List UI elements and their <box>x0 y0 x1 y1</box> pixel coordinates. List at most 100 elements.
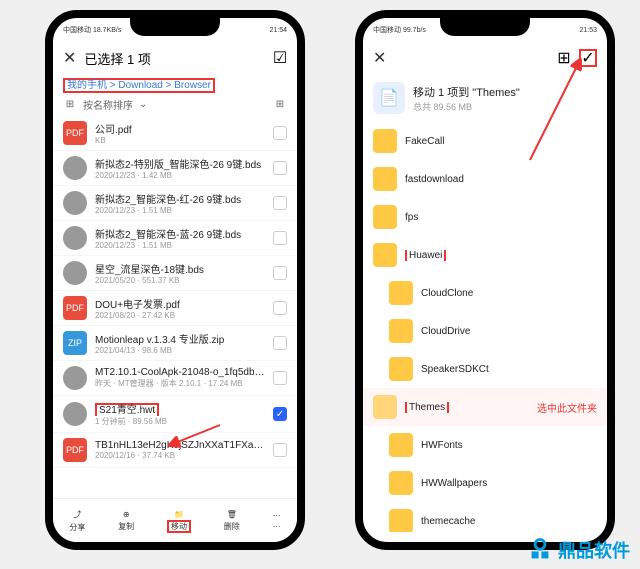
brand-text: 鼎品软件 <box>558 537 630 563</box>
file-row[interactable]: 星空_流星深色-18键.bds 2021/05/20 · 551.37 KB <box>53 256 297 291</box>
checkbox[interactable]: ✓ <box>273 407 287 421</box>
checkbox[interactable] <box>273 266 287 280</box>
folder-icon <box>373 395 397 419</box>
checkbox[interactable] <box>273 126 287 140</box>
toolbar-···[interactable]: ⋯ ··· <box>273 511 281 531</box>
file-row[interactable]: 新拟态2_智能深色-红-26 9键.bds 2020/12/23 · 1.51 … <box>53 186 297 221</box>
file-name: Motionleap v.1.3.4 专业版.zip <box>95 331 265 346</box>
toolbar-icon: ⤴ <box>73 509 81 520</box>
file-row[interactable]: 新拟态2-特别版_智能深色-26 9键.bds 2020/12/23 · 1.4… <box>53 151 297 186</box>
notch <box>130 18 220 36</box>
phone-right: 中国移动 99.7b/s 21:53 ✕ ⊞ ✓ 📄 移动 1 项到 "Them… <box>355 10 615 550</box>
file-name: 新拟态2_智能深色-蓝-26 9键.bds <box>95 226 265 241</box>
folder-row[interactable]: fps <box>363 198 607 236</box>
folder-row[interactable]: Huawei <box>363 236 607 274</box>
grid-view-icon[interactable]: ⊞ <box>273 98 287 112</box>
folder-name: HWWallpapers <box>421 478 487 489</box>
checkbox[interactable] <box>273 301 287 315</box>
folder-row[interactable]: FakeCall <box>363 122 607 160</box>
bds-icon <box>63 366 87 390</box>
bottom-toolbar: ⤴ 分享 ⊕复制 📁移动 🗑 删除 ⋯ ··· <box>53 498 297 542</box>
selection-title: 已选择 1 项 <box>84 49 265 68</box>
folder-row[interactable]: fastdownload <box>363 160 607 198</box>
folder-row[interactable]: SpeakerSDKCt <box>363 350 607 388</box>
toolbar-label: 删除 <box>224 521 240 532</box>
close-icon[interactable]: ✕ <box>63 48 76 68</box>
folder-name: Huawei <box>405 250 446 261</box>
checkbox[interactable] <box>273 231 287 245</box>
selected-hint: 选中此文件夹 <box>537 400 597 415</box>
folder-row[interactable]: HWFonts <box>363 426 607 464</box>
new-folder-icon[interactable]: ⊞ <box>63 98 77 112</box>
folder-icon <box>389 471 413 495</box>
file-meta: 2020/12/16 · 37.74 KB <box>95 451 265 460</box>
folder-name: FakeCall <box>405 136 444 147</box>
toolbar-icon: 🗑 <box>227 510 237 519</box>
checkbox[interactable] <box>273 196 287 210</box>
close-icon[interactable]: ✕ <box>373 48 386 68</box>
file-name: S21青空.hwt <box>95 401 265 416</box>
checkbox[interactable] <box>273 371 287 385</box>
bds-icon <box>63 156 87 180</box>
move-title: 移动 1 项到 "Themes" <box>413 84 520 100</box>
notch <box>440 18 530 36</box>
confirm-icon[interactable]: ✓ <box>579 49 597 67</box>
folder-icon <box>373 167 397 191</box>
new-folder-icon[interactable]: ⊞ <box>557 51 571 65</box>
folder-icon <box>373 205 397 229</box>
bds-icon <box>63 261 87 285</box>
file-meta: KB <box>95 136 265 145</box>
logo-icon <box>526 536 554 564</box>
folder-icon <box>389 357 413 381</box>
brand-logo: 鼎品软件 <box>526 536 630 564</box>
file-meta: 2020/12/23 · 1.51 MB <box>95 206 265 215</box>
hwt-icon <box>63 402 87 426</box>
toolbar-icon: ⋯ <box>273 511 281 520</box>
toolbar-icon: ⊕ <box>123 510 130 519</box>
file-name: 新拟态2-特别版_智能深色-26 9键.bds <box>95 156 265 171</box>
file-meta: 2021/05/20 · 551.37 KB <box>95 276 265 285</box>
status-right: 21:54 <box>269 27 287 34</box>
toolbar-删除[interactable]: 🗑 删除 <box>224 510 240 532</box>
folder-row[interactable]: CloudDrive <box>363 312 607 350</box>
toolbar-label: ··· <box>273 522 281 531</box>
file-row[interactable]: S21青空.hwt 1 分钟前 · 89.56 MB ✓ <box>53 396 297 433</box>
folder-name: Themes <box>405 402 449 413</box>
file-name: DOU+电子发票.pdf <box>95 296 265 311</box>
breadcrumb[interactable]: 我的手机 > Download > Browser <box>53 74 297 93</box>
sort-bar[interactable]: ⊞ 按名称排序 ⌄ ⊞ <box>53 93 297 116</box>
file-row[interactable]: PDF 公司.pdf KB <box>53 116 297 151</box>
chevron-down-icon: ⌄ <box>139 99 147 110</box>
status-left: 中国移动 99.7b/s <box>373 25 426 35</box>
folder-row[interactable]: CloudClone <box>363 274 607 312</box>
folder-row[interactable]: HWWallpapers <box>363 464 607 502</box>
folder-name: CloudDrive <box>421 326 470 337</box>
folder-name: fps <box>405 212 418 223</box>
folder-list[interactable]: FakeCall fastdownload fps Huawei CloudCl… <box>363 122 607 532</box>
folder-icon <box>389 509 413 532</box>
move-subtitle: 总共 89.56 MB <box>413 100 520 113</box>
file-row[interactable]: PDF DOU+电子发票.pdf 2021/08/20 · 27.42 KB <box>53 291 297 326</box>
checkbox[interactable] <box>273 161 287 175</box>
toolbar-复制[interactable]: ⊕复制 <box>118 510 134 532</box>
phone-left: 中国移动 18.7KB/s 21:54 ✕ 已选择 1 项 ☑ 我的手机 > D… <box>45 10 305 550</box>
file-row[interactable]: 新拟态2_智能深色-蓝-26 9键.bds 2020/12/23 · 1.51 … <box>53 221 297 256</box>
folder-row[interactable]: themecache <box>363 502 607 532</box>
checkbox[interactable] <box>273 443 287 457</box>
checkbox[interactable] <box>273 336 287 350</box>
file-row[interactable]: MT2.10.1-CoolApk-21048-o_1fq5db815urkhb1… <box>53 361 297 396</box>
folder-row[interactable]: Themes 选中此文件夹 <box>363 388 607 426</box>
toolbar-移动[interactable]: 📁移动 <box>167 510 191 532</box>
file-meta: 2021/04/13 · 98.6 MB <box>95 346 265 355</box>
folder-name: HWFonts <box>421 440 463 451</box>
toolbar-分享[interactable]: ⤴ 分享 <box>69 509 85 533</box>
select-all-icon[interactable]: ☑ <box>273 51 287 65</box>
folder-name: CloudClone <box>421 288 473 299</box>
file-name: 新拟态2_智能深色-红-26 9键.bds <box>95 191 265 206</box>
file-row[interactable]: PDF TB1nHL13eH2gK0jSZJnXXaT1FXa.pdf 2020… <box>53 433 297 468</box>
file-name: MT2.10.1-CoolApk-21048-o_1fq5db815urkhb1… <box>95 367 265 378</box>
file-list[interactable]: PDF 公司.pdf KB 新拟态2-特别版_智能深色-26 9键.bds 20… <box>53 116 297 506</box>
file-row[interactable]: ZIP Motionleap v.1.3.4 专业版.zip 2021/04/1… <box>53 326 297 361</box>
toolbar-label: 分享 <box>69 522 85 533</box>
folder-name: fastdownload <box>405 174 464 185</box>
